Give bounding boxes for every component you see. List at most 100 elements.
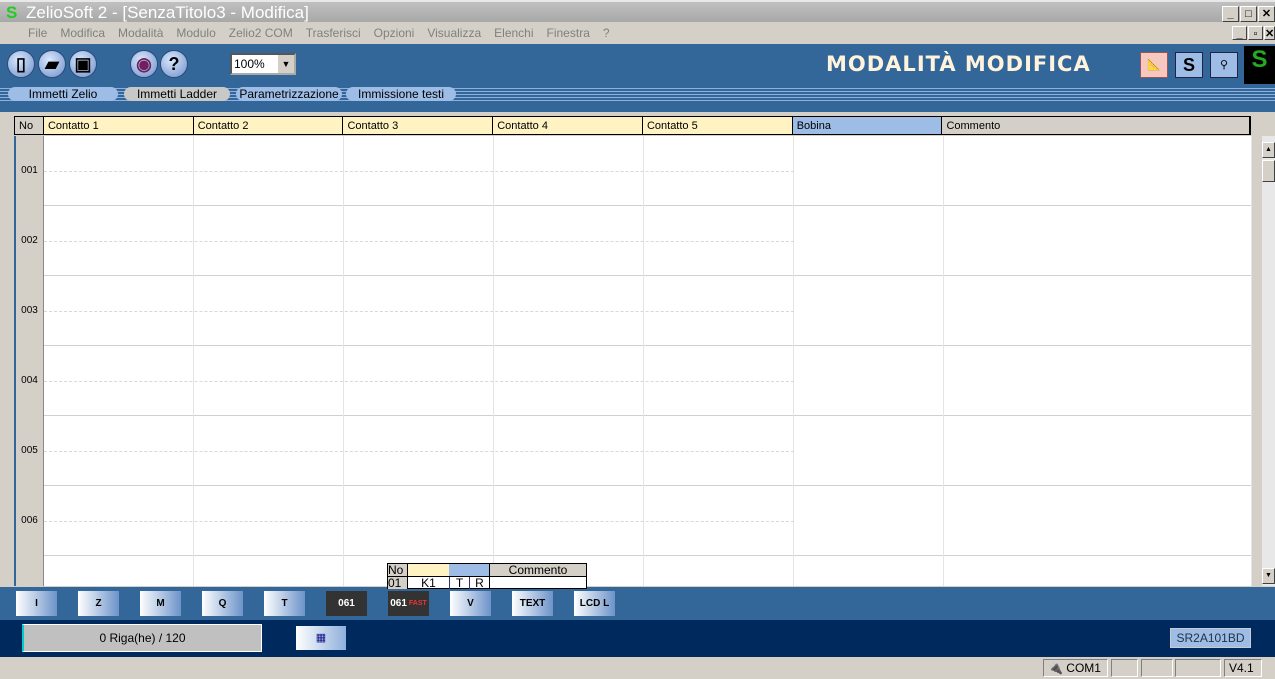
status-bar: 🔌 COM1 V4.1: [0, 657, 1275, 679]
grid-cell[interactable]: [644, 556, 794, 586]
tab-3[interactable]: Immissione testi: [346, 87, 456, 101]
module-ref[interactable]: SR2A101BD: [1170, 628, 1251, 648]
grid-cell[interactable]: [944, 486, 1252, 556]
lcd-icon: LCD L: [579, 598, 610, 609]
save-icon[interactable]: ▣: [69, 50, 97, 78]
menu-item[interactable]: Trasferisci: [306, 26, 361, 40]
menu-item[interactable]: Modulo: [176, 26, 215, 40]
new-icon[interactable]: ▯: [7, 50, 35, 78]
column-header: Commento: [942, 117, 1250, 134]
zoom-select[interactable]: 100% ▼: [230, 53, 296, 75]
grid-cell[interactable]: [944, 556, 1252, 586]
grid-row[interactable]: 005: [16, 416, 1252, 486]
doc-close-button[interactable]: ✕: [1264, 26, 1275, 40]
maximize-button[interactable]: □: [1240, 6, 1257, 22]
tab-1[interactable]: Immetti Ladder: [124, 87, 230, 101]
output-button[interactable]: Q: [202, 591, 243, 616]
scroll-up-button[interactable]: ▲: [1262, 142, 1275, 158]
scroll-thumb[interactable]: [1262, 160, 1275, 182]
output-icon: Q: [218, 598, 227, 609]
row-number: 003: [16, 276, 44, 346]
zx-button[interactable]: Z: [78, 591, 119, 616]
fast-counter-icon: 061: [390, 598, 407, 609]
timer-icon: T: [281, 598, 288, 609]
chevron-down-icon[interactable]: ▼: [278, 55, 294, 73]
tt-coil-r: R: [469, 577, 489, 589]
row-number: 004: [16, 346, 44, 416]
contact-button[interactable]: I: [16, 591, 57, 616]
tab-0[interactable]: Immetti Zelio: [8, 87, 118, 101]
tt-row-no: 01: [388, 577, 408, 589]
grid-cell[interactable]: [944, 416, 1252, 486]
tt-no: No: [388, 564, 408, 576]
help-icon[interactable]: ?: [160, 50, 188, 78]
mode-label: MODALITÀ MODIFICA: [826, 52, 1091, 76]
menu-item[interactable]: Modifica: [60, 26, 105, 40]
lcd-button[interactable]: LCD L: [574, 591, 615, 616]
grid-row[interactable]: 004: [16, 346, 1252, 416]
grid-cell[interactable]: [44, 556, 194, 586]
grid-row[interactable]: [16, 556, 1252, 586]
grid-row[interactable]: 003: [16, 276, 1252, 346]
grid-cell[interactable]: [794, 416, 944, 486]
text-button[interactable]: TEXT: [512, 591, 553, 616]
menu-item[interactable]: Finestra: [547, 26, 590, 40]
grid-cell[interactable]: [794, 276, 944, 346]
grid-row[interactable]: 002: [16, 206, 1252, 276]
row-number: 006: [16, 486, 44, 556]
tt-coil-t: T: [449, 577, 469, 589]
plug-icon: 🔌: [1048, 661, 1063, 675]
menu-item[interactable]: Visualizza: [427, 26, 481, 40]
app-icon: S: [6, 3, 18, 22]
grid-cell[interactable]: [794, 486, 944, 556]
monitor-icon[interactable]: ⚲: [1210, 52, 1238, 78]
grid-cell[interactable]: [794, 136, 944, 206]
timer-button[interactable]: T: [264, 591, 305, 616]
view-icon[interactable]: ◉: [130, 50, 158, 78]
grid-cell[interactable]: [794, 346, 944, 416]
grid-cell[interactable]: [794, 556, 944, 586]
close-button[interactable]: ✕: [1258, 6, 1275, 22]
vertical-scrollbar[interactable]: ▲ ▼: [1262, 136, 1275, 586]
zoom-value: 100%: [234, 57, 265, 71]
grid-cell[interactable]: [944, 136, 1252, 206]
menu-item[interactable]: Opzioni: [374, 26, 415, 40]
row-number: 002: [16, 206, 44, 276]
info-bar: 0 Riga(he) / 120 ▦ SR2A101BD: [0, 620, 1275, 657]
doc-minimize-button[interactable]: _: [1232, 26, 1247, 40]
menu-item[interactable]: Zelio2 COM: [229, 26, 293, 40]
scroll-down-button[interactable]: ▼: [1262, 568, 1275, 584]
grid-cell[interactable]: [944, 206, 1252, 276]
menu-item[interactable]: Modalità: [118, 26, 163, 40]
menu-item[interactable]: Elenchi: [494, 26, 533, 40]
version: V4.1: [1224, 659, 1262, 677]
fast-counter-button[interactable]: 061 FAST: [388, 591, 429, 616]
grid-header: No Contatto 1 Contatto 2 Contatto 3 Contatto…: [14, 116, 1251, 135]
minimize-button[interactable]: _: [1222, 6, 1239, 22]
simulation-button[interactable]: S: [1175, 52, 1203, 78]
grid-cell[interactable]: [944, 276, 1252, 346]
row-count: 0 Riga(he) / 120: [22, 624, 262, 652]
aux-relay-button[interactable]: M: [140, 591, 181, 616]
grid-cell[interactable]: [794, 206, 944, 276]
column-header: Contatto 1: [43, 117, 194, 134]
menu-item[interactable]: ?: [603, 26, 610, 40]
counter-icon: 061: [338, 598, 355, 609]
program-diagram-icon[interactable]: ▦: [296, 626, 346, 650]
open-icon[interactable]: ▰: [38, 50, 66, 78]
row-number: [16, 556, 44, 586]
menu-bar: File Modifica Modalità Modulo Zelio2 COM Tras…: [0, 22, 1275, 44]
comparator-button[interactable]: V: [450, 591, 491, 616]
grid-row[interactable]: 006: [16, 486, 1252, 556]
counter-button[interactable]: 061: [326, 591, 367, 616]
grid-row[interactable]: 001: [16, 136, 1252, 206]
column-header: Contatto 3: [343, 117, 494, 134]
menu-item[interactable]: File: [28, 26, 47, 40]
doc-restore-button[interactable]: ▫: [1248, 26, 1263, 40]
port-label: COM1: [1066, 661, 1101, 675]
ladder-grid[interactable]: 001 002 003 004 005 006: [16, 136, 1252, 586]
grid-cell[interactable]: [944, 346, 1252, 416]
tab-2[interactable]: Parametrizzazione: [236, 87, 342, 101]
edit-mode-icon[interactable]: 📐: [1140, 52, 1168, 78]
grid-cell[interactable]: [194, 556, 344, 586]
